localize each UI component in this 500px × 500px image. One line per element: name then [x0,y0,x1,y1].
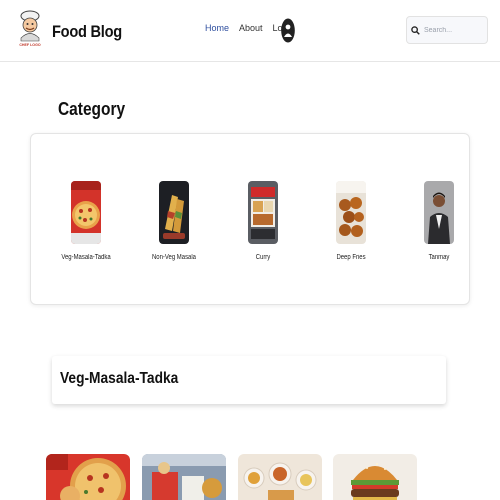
category-heading: Category [58,99,126,119]
brand-title[interactable]: Food Blog [52,22,122,42]
category-label: Non-Veg Masala [151,254,196,261]
category-item-veg-masala-tadka[interactable]: Veg-Masala-Tadka [54,181,118,261]
wrap-thumbnail-icon [159,181,189,244]
meal-box-card-image[interactable] [142,454,226,500]
nav-about-link[interactable]: About [239,23,263,33]
category-item-tanmay[interactable]: Tanmay [407,181,471,261]
category-label: Tanmay [428,254,450,261]
chef-logo-icon[interactable]: CHEF LOGO [16,10,44,48]
category-label: Deep Fries [336,254,366,261]
fried-chicken-thumbnail-icon [336,181,366,244]
thali-card-image[interactable] [238,454,322,500]
burger-card-image[interactable] [333,454,417,500]
svg-text:CHEF LOGO: CHEF LOGO [19,43,41,47]
curry-box-thumbnail-icon [248,181,278,244]
user-avatar-icon[interactable] [281,18,295,43]
nav-home-link[interactable]: Home [205,23,229,33]
category-label: Curry [255,254,271,261]
top-navbar: CHEF LOGO Food Blog Home About Login [0,0,500,62]
selected-category-title: Veg-Masala-Tadka [60,370,179,387]
search-box[interactable] [406,16,488,44]
pizza-thumbnail-icon [71,181,101,244]
category-item-deep-fries[interactable]: Deep Fries [319,181,383,261]
category-label: Veg-Masala-Tadka [61,254,111,261]
category-card: Veg-Masala-Tadka Non-Veg Masala Curry De… [30,133,470,305]
category-item-non-veg-masala[interactable]: Non-Veg Masala [142,181,206,261]
person-thumbnail-icon [424,181,454,244]
search-input[interactable] [424,26,484,34]
selected-category-banner: Veg-Masala-Tadka [52,356,446,404]
category-item-curry[interactable]: Curry [231,181,295,261]
search-icon [411,25,420,35]
pizza-card-image[interactable] [46,454,130,500]
